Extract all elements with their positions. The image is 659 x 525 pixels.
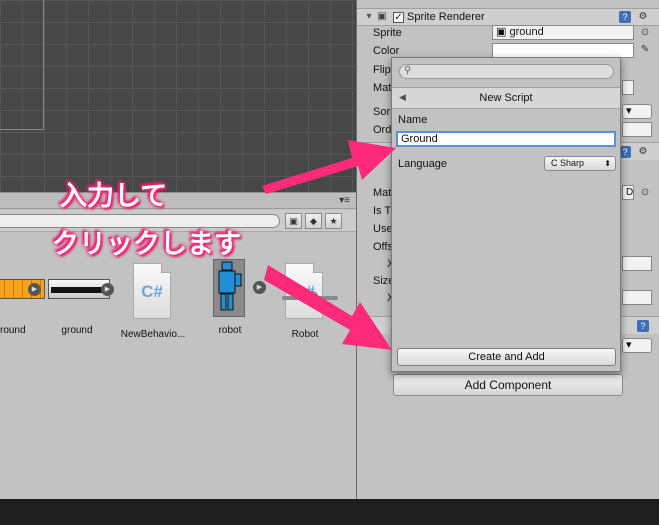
status-bar [0,499,659,525]
annotation-arrows [262,140,396,350]
annotation-line-2: クリックします [52,229,241,260]
annotation-line-1: 入力して [60,181,168,212]
arrow-to-create-button [264,265,392,350]
arrow-to-name-input [262,140,396,194]
